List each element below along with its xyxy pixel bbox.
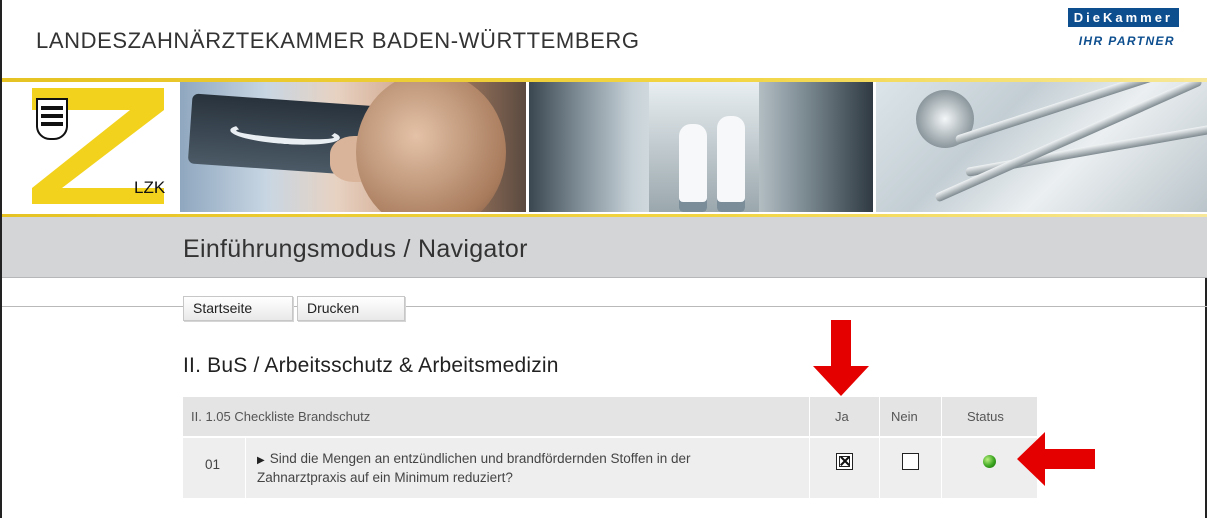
green-dot-icon xyxy=(983,455,996,468)
question-label: Sind die Mengen an entzündlichen und bra… xyxy=(257,451,691,485)
banner: LZK xyxy=(2,82,1207,214)
section-heading: II. BuS / Arbeitsschutz & Arbeitsmedizin xyxy=(183,354,559,377)
yes-checkbox[interactable] xyxy=(836,453,853,470)
column-header-title: II. 1.05 Checkliste Brandschutz xyxy=(191,409,371,424)
staff-figure xyxy=(679,124,707,212)
table-header: II. 1.05 Checkliste Brandschutz Ja Nein … xyxy=(183,397,1037,436)
column-header-yes: Ja xyxy=(835,409,849,424)
red-arrow-left-icon xyxy=(1017,432,1095,486)
no-checkbox[interactable] xyxy=(902,453,919,470)
banner-photo-instruments xyxy=(876,82,1207,212)
print-button[interactable]: Drucken xyxy=(297,296,405,321)
coat-of-arms-icon xyxy=(36,98,68,140)
question-text[interactable]: ▶ Sind die Mengen an entzündlichen und br… xyxy=(257,450,757,486)
dentist-head-image xyxy=(356,82,506,212)
lzk-logo[interactable]: LZK xyxy=(14,88,166,204)
logo-label: LZK xyxy=(134,178,166,197)
brand-logo[interactable]: DieKammer IHR PARTNER xyxy=(1017,8,1179,60)
staff-figure xyxy=(717,116,745,212)
brand-slogan: IHR PARTNER xyxy=(1078,34,1175,48)
column-header-no: Nein xyxy=(891,409,918,424)
organization-title: LANDESZAHNÄRZTEKAMMER BADEN-WÜRTTEMBERG xyxy=(36,28,640,53)
column-header-status: Status xyxy=(967,409,1004,424)
red-arrow-down-icon xyxy=(813,320,869,396)
page-title: Einführungsmodus / Navigator xyxy=(183,235,528,263)
triangle-right-icon[interactable]: ▶ xyxy=(257,455,265,466)
page-frame: LANDESZAHNÄRZTEKAMMER BADEN-WÜRTTEMBERG … xyxy=(0,0,1207,518)
brand-name: DieKammer xyxy=(1067,8,1179,27)
question-number: 01 xyxy=(205,457,221,472)
title-band: Einführungsmodus / Navigator xyxy=(2,217,1207,278)
header-bar: LANDESZAHNÄRZTEKAMMER BADEN-WÜRTTEMBERG … xyxy=(2,0,1207,80)
banner-photo-xray xyxy=(180,82,526,212)
table-row: 01 ▶ Sind die Mengen an entzündlichen und… xyxy=(183,438,1037,498)
banner-photo-corridor xyxy=(529,82,873,212)
home-button[interactable]: Startseite xyxy=(183,296,293,321)
